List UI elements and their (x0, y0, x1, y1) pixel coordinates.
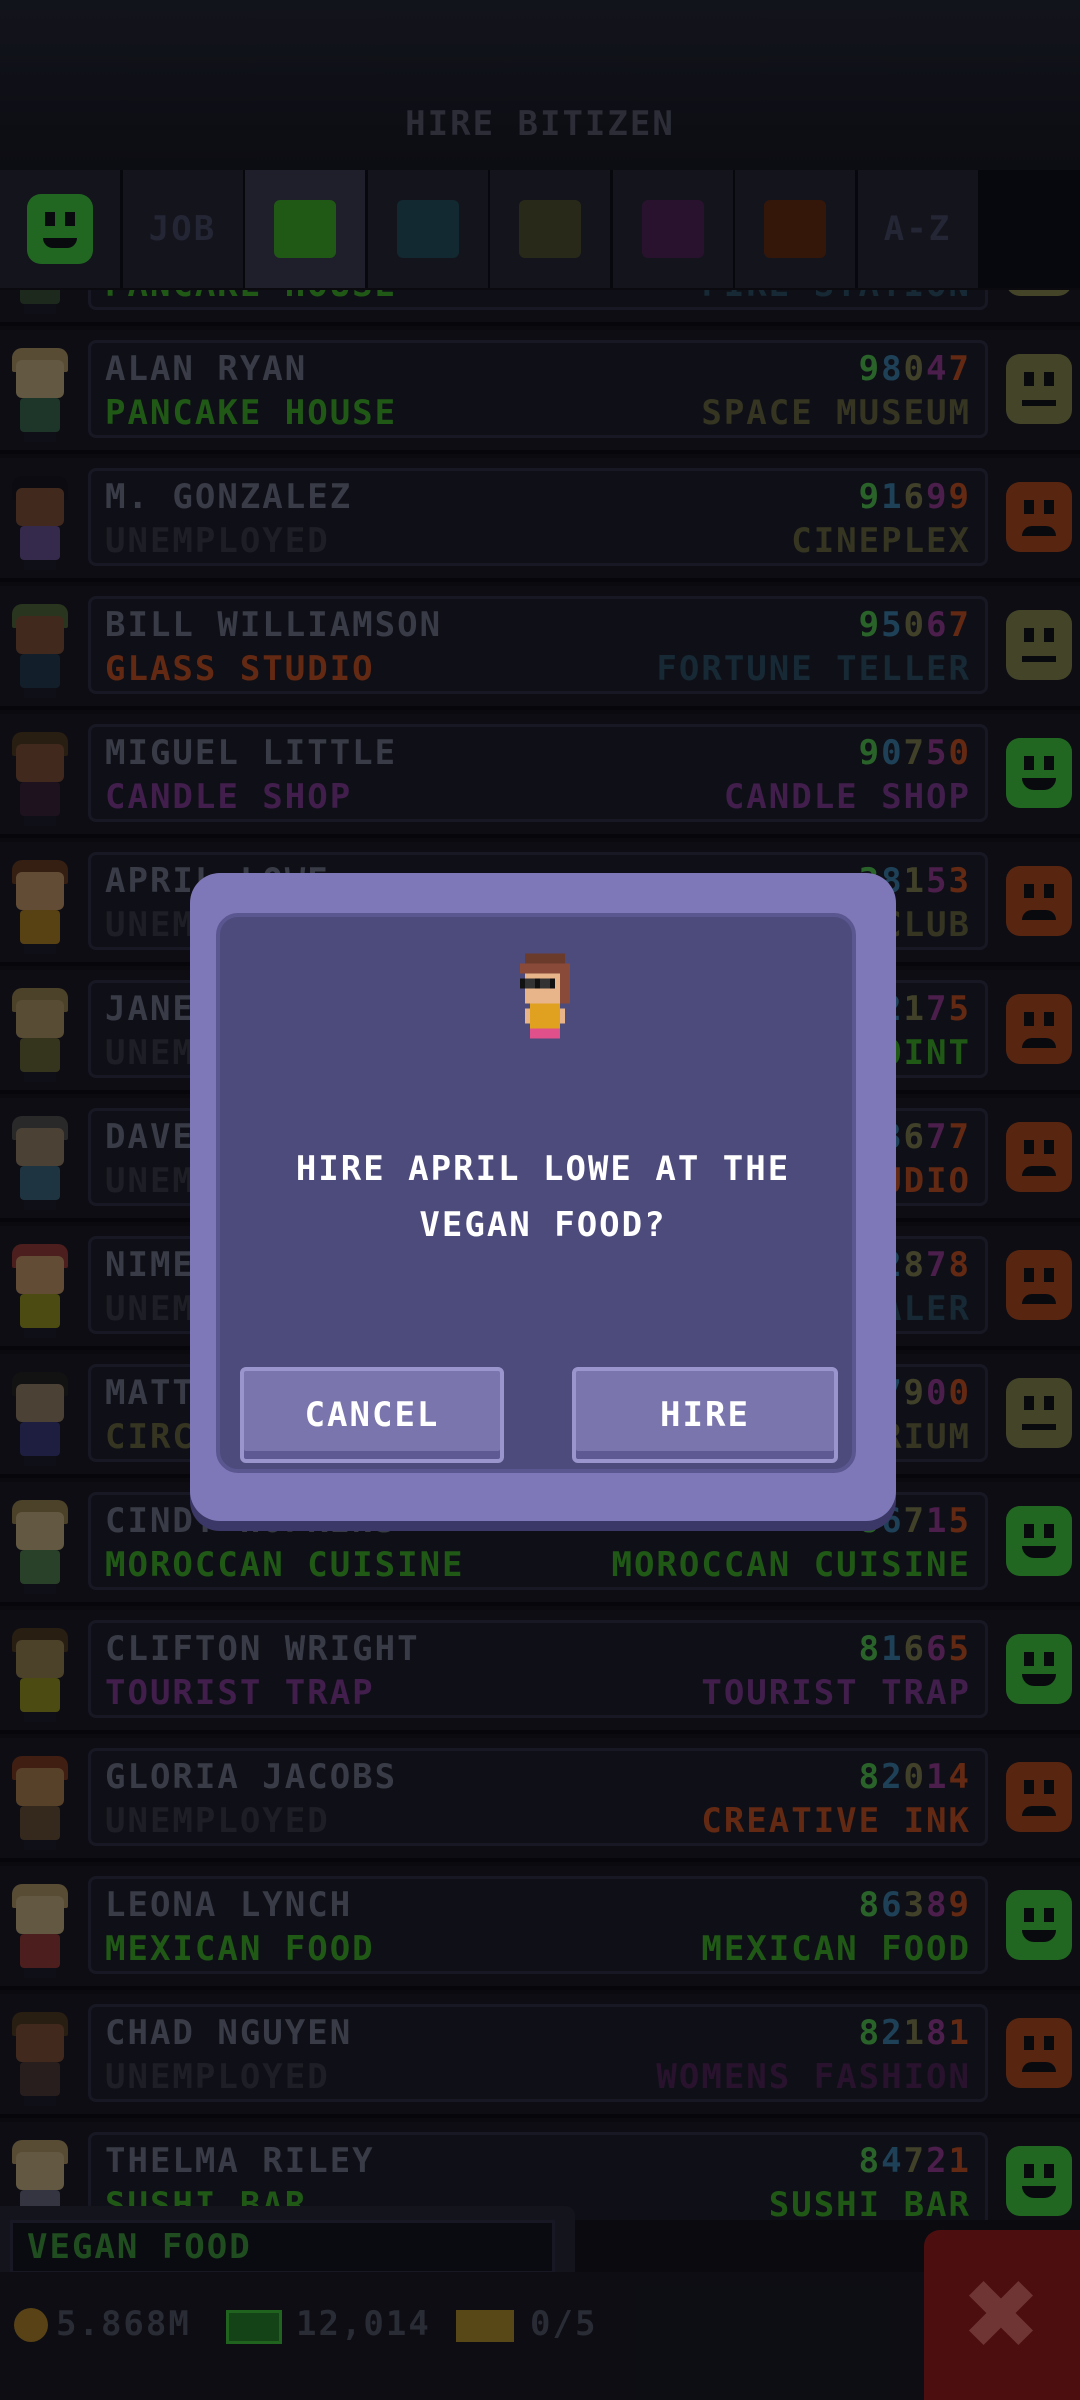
dialog-message-line2: VEGAN FOOD? (419, 1205, 667, 1245)
hire-dialog: HIRE APRIL LOWE AT THE VEGAN FOOD? CANCE… (190, 873, 896, 1521)
dialog-message: HIRE APRIL LOWE AT THE VEGAN FOOD? (190, 1141, 896, 1253)
dialog-message-line1: HIRE APRIL LOWE AT THE (295, 1149, 791, 1189)
cancel-button[interactable]: CANCEL (240, 1367, 504, 1463)
hire-button[interactable]: HIRE (572, 1367, 838, 1463)
bitizen-sprite (510, 953, 580, 1049)
